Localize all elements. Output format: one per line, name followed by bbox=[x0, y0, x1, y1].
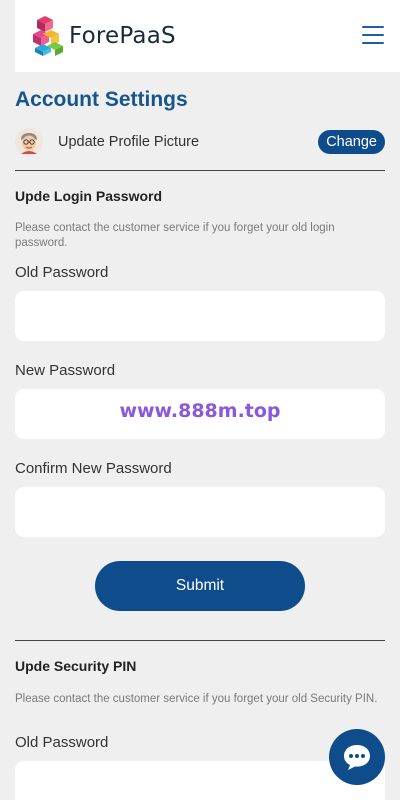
brand-name: ForePaaS bbox=[69, 23, 176, 49]
avatar-icon bbox=[15, 128, 43, 156]
confirm-password-input[interactable] bbox=[15, 487, 385, 537]
old-pin-label: Old Password bbox=[15, 734, 109, 751]
old-pin-input[interactable] bbox=[15, 761, 385, 800]
old-password-label: Old Password bbox=[15, 264, 109, 281]
brand-logo[interactable]: ForePaaS bbox=[33, 16, 176, 56]
submit-button[interactable]: Submit bbox=[95, 561, 305, 611]
section-divider bbox=[15, 170, 385, 171]
new-password-label: New Password bbox=[15, 362, 116, 379]
login-password-hint: Please contact the customer service if y… bbox=[15, 222, 335, 249]
old-password-input[interactable] bbox=[15, 291, 385, 341]
chat-button[interactable] bbox=[329, 729, 385, 785]
app-header: ForePaaS bbox=[15, 0, 400, 72]
section-divider bbox=[15, 640, 385, 641]
page-title: Account Settings bbox=[15, 88, 188, 111]
confirm-password-label: Confirm New Password bbox=[15, 460, 172, 477]
cubes-logo-icon bbox=[33, 16, 63, 56]
chat-bubble-icon bbox=[344, 745, 370, 770]
profile-picture-row: Update Profile Picture Change bbox=[15, 126, 385, 158]
hamburger-menu-icon[interactable] bbox=[362, 26, 384, 44]
security-pin-hint: Please contact the customer service if y… bbox=[15, 693, 378, 705]
security-pin-title: Upde Security PIN bbox=[15, 658, 137, 674]
login-password-title: Upde Login Password bbox=[15, 188, 163, 204]
profile-picture-label: Update Profile Picture bbox=[58, 134, 200, 150]
new-password-input[interactable] bbox=[15, 389, 385, 439]
change-picture-button[interactable]: Change bbox=[318, 130, 385, 154]
